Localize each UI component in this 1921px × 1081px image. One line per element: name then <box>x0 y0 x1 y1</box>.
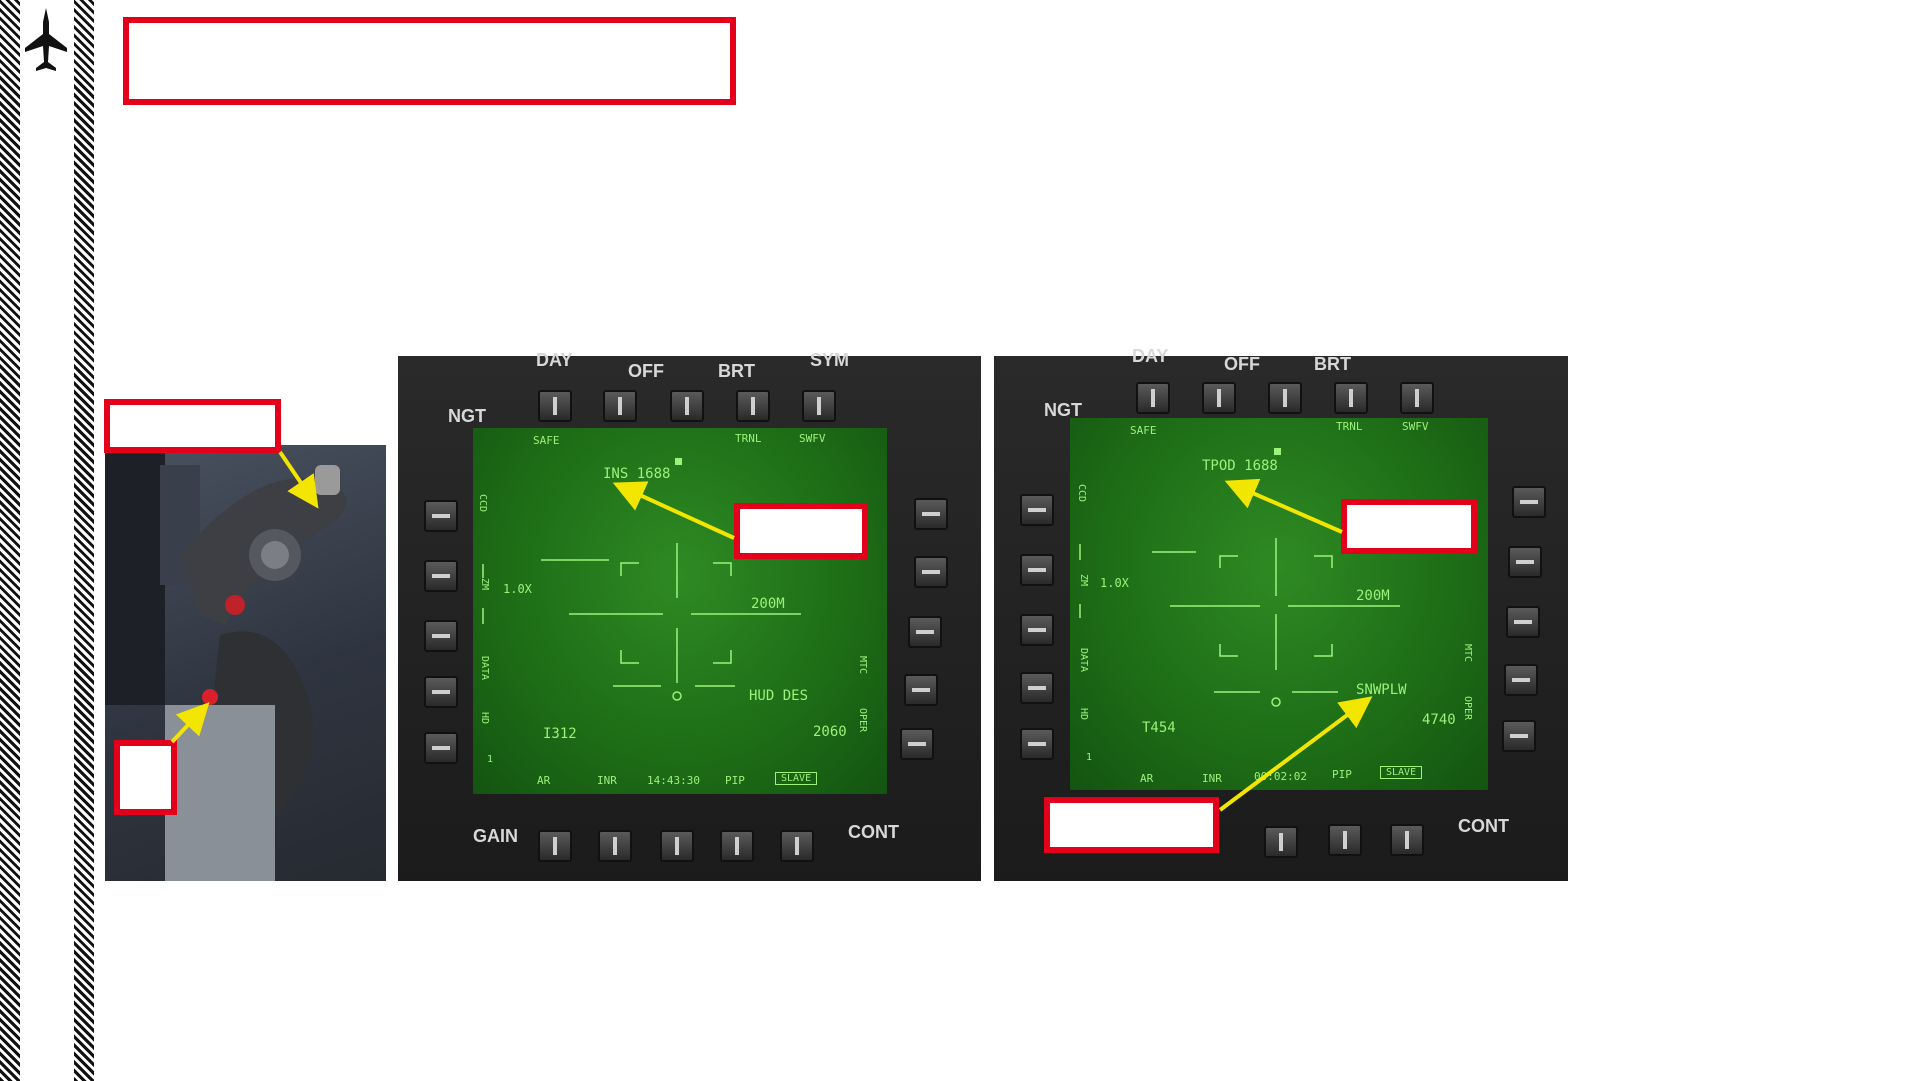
mfd-left-osb-right-4[interactable] <box>904 674 938 706</box>
mfd-left-osb-top-4[interactable] <box>736 390 770 422</box>
throttle-callout-top <box>104 399 281 453</box>
mfd-right-osb-left-1[interactable] <box>1020 494 1054 526</box>
mfd-right-osb-top-5[interactable] <box>1400 382 1434 414</box>
mfd-left-osb-right-5[interactable] <box>900 728 934 760</box>
left-hatched-border-inner <box>74 0 94 1081</box>
mfd-left-osb-bottom-1[interactable] <box>538 830 572 862</box>
mfd-left-gain-label: GAIN <box>473 826 518 846</box>
mfd-left-brt-label: BRT <box>718 361 755 381</box>
mfd-left-osb-bottom-5[interactable] <box>780 830 814 862</box>
mfd-right-osb-left-5[interactable] <box>1020 728 1054 760</box>
mfd-left-osb-top-5[interactable] <box>802 390 836 422</box>
mfd-left-osb-right-3[interactable] <box>908 616 942 648</box>
mfd-left-osb-right-2[interactable] <box>914 556 948 588</box>
throttle-photo <box>105 445 386 881</box>
mfd-right-callout-bottom <box>1044 797 1219 853</box>
mfd-right-osb-bottom-4[interactable] <box>1328 824 1362 856</box>
mfd-left-osb-bottom-3[interactable] <box>660 830 694 862</box>
mfd-right-osb-right-4[interactable] <box>1504 664 1538 696</box>
mfd-right-osb-top-1[interactable] <box>1136 382 1170 414</box>
mfd-left-osb-bottom-4[interactable] <box>720 830 754 862</box>
mfd-right-osb-left-4[interactable] <box>1020 672 1054 704</box>
mfd-left-screen: SAFE TRNL SWFV INS 1688 1.0X 200M HUD DE… <box>473 428 887 794</box>
title-callout-box <box>123 17 736 105</box>
mfd-left-sym-label: SYM <box>810 350 850 370</box>
mfd-left: DAY OFF BRT SYM NGT GAIN CONT SAFE TRNL … <box>398 350 981 881</box>
mfd-right-osb-bottom-3[interactable] <box>1264 826 1298 858</box>
mfd-right-osb-top-2[interactable] <box>1202 382 1236 414</box>
mfd-right-osb-right-5[interactable] <box>1502 720 1536 752</box>
jet-aircraft-icon <box>25 8 67 71</box>
mfd-left-osb-right-1[interactable] <box>914 498 948 530</box>
mfd-left-osb-bottom-2[interactable] <box>598 830 632 862</box>
mfd-right-day-label: DAY <box>1132 346 1169 366</box>
mfd-left-osb-left-1[interactable] <box>424 500 458 532</box>
mfd-right-osb-right-2[interactable] <box>1508 546 1542 578</box>
mfd-left-off-label: OFF <box>628 361 664 381</box>
mfd-right-osb-bottom-5[interactable] <box>1390 824 1424 856</box>
mfd-right-osb-right-1[interactable] <box>1512 486 1546 518</box>
mfd-right-osb-top-3[interactable] <box>1268 382 1302 414</box>
mfd-left-osb-top-3[interactable] <box>670 390 704 422</box>
mfd-right-osb-left-2[interactable] <box>1020 554 1054 586</box>
mfd-right-brt-label: BRT <box>1314 354 1351 374</box>
mfd-right-callout-top <box>1341 499 1477 554</box>
mfd-right-osb-top-4[interactable] <box>1334 382 1368 414</box>
mfd-right: DAY OFF BRT NGT CONT SAFE TRNL SWFV TPOD… <box>994 346 1568 881</box>
mfd-left-day-label: DAY <box>536 350 573 370</box>
mfd-right-crosshair <box>1079 448 1400 707</box>
mfd-right-osb-right-3[interactable] <box>1506 606 1540 638</box>
mfd-left-osb-left-3[interactable] <box>424 620 458 652</box>
throttle-illustration <box>105 445 347 881</box>
throttle-callout-bottom <box>114 740 177 815</box>
mfd-left-osb-left-5[interactable] <box>424 732 458 764</box>
mfd-right-cont-label: CONT <box>1458 816 1509 836</box>
mfd-right-osb-left-3[interactable] <box>1020 614 1054 646</box>
mfd-left-callout <box>734 503 868 559</box>
mfd-left-cont-label: CONT <box>848 822 899 842</box>
mfd-right-screen: SAFE TRNL SWFV TPOD 1688 1.0X 200M SNWPL… <box>1070 418 1488 790</box>
mfd-left-osb-left-2[interactable] <box>424 560 458 592</box>
mfd-left-ngt-label: NGT <box>448 406 486 426</box>
mfd-left-osb-top-1[interactable] <box>538 390 572 422</box>
mfd-right-off-label: OFF <box>1224 354 1260 374</box>
mfd-left-crosshair <box>482 458 801 701</box>
mfd-left-osb-top-2[interactable] <box>603 390 637 422</box>
mfd-left-osb-left-4[interactable] <box>424 676 458 708</box>
left-hatched-border <box>0 0 20 1081</box>
